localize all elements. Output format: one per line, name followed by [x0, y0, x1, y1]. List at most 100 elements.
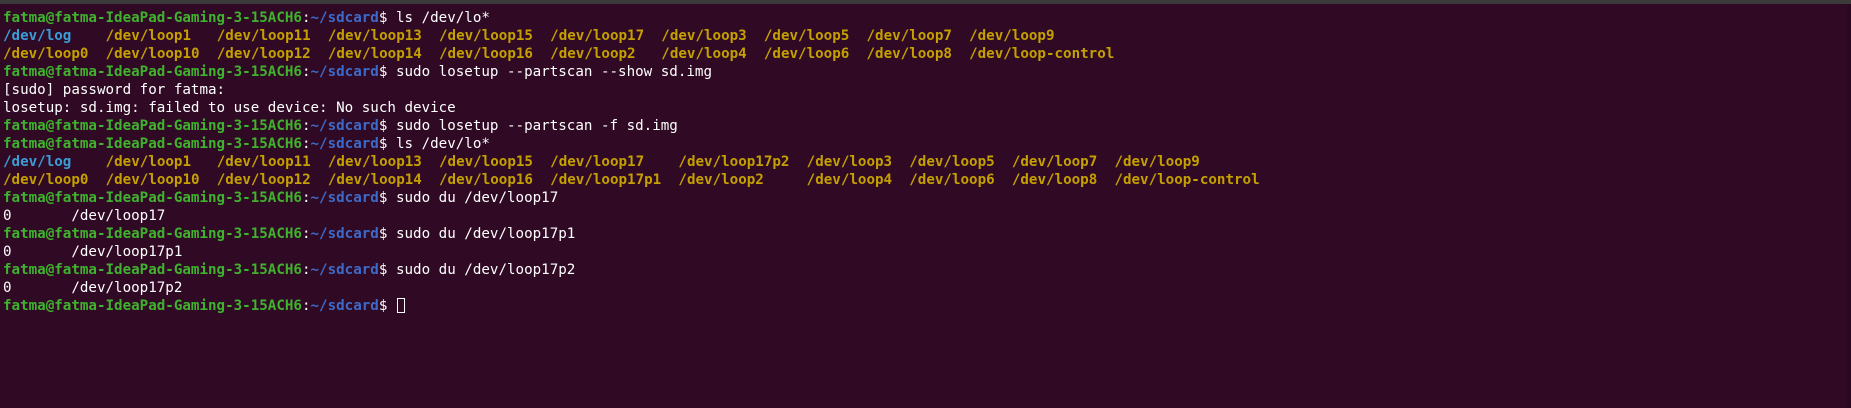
prompt-symbol: $ — [378, 118, 396, 134]
ls-entry-device: /dev/loop4 — [661, 46, 747, 62]
prompt-path: ~/sdcard — [310, 298, 379, 314]
prompt-user-host: fatma@fatma-IdeaPad-Gaming-3-15ACH6 — [3, 10, 302, 26]
prompt-path: ~/sdcard — [310, 190, 379, 206]
ls-entry-device: /dev/loop9 — [1114, 154, 1200, 170]
prompt-line: fatma@fatma-IdeaPad-Gaming-3-15ACH6:~/sd… — [3, 225, 1260, 243]
prompt-line: fatma@fatma-IdeaPad-Gaming-3-15ACH6:~/sd… — [3, 9, 1260, 27]
prompt-line: fatma@fatma-IdeaPad-Gaming-3-15ACH6:~/sd… — [3, 117, 1260, 135]
output-text: 0 /dev/loop17p1 — [3, 244, 183, 260]
prompt-symbol: $ — [378, 226, 396, 242]
prompt-line: fatma@fatma-IdeaPad-Gaming-3-15ACH6:~/sd… — [3, 63, 1260, 81]
ls-output-row: /dev/loop0/dev/loop10/dev/loop12/dev/loo… — [3, 171, 1260, 189]
ls-entry-device: /dev/loop15 — [439, 154, 533, 170]
command-text: ls /dev/lo* — [395, 10, 490, 26]
prompt-user-host: fatma@fatma-IdeaPad-Gaming-3-15ACH6 — [3, 262, 302, 278]
prompt-user-host: fatma@fatma-IdeaPad-Gaming-3-15ACH6 — [3, 298, 302, 314]
scrollbar-track[interactable] — [1847, 4, 1851, 408]
prompt-path: ~/sdcard — [310, 64, 379, 80]
text-cursor[interactable] — [396, 298, 405, 313]
prompt-user-host: fatma@fatma-IdeaPad-Gaming-3-15ACH6 — [3, 190, 302, 206]
window-top-border — [0, 0, 1851, 4]
ls-entry-device: /dev/loop10 — [105, 46, 200, 62]
command-text: sudo losetup --partscan -f sd.img — [395, 118, 678, 134]
command-text: sudo du /dev/loop17p1 — [395, 226, 576, 242]
ls-entry-device: /dev/loop2 — [678, 172, 764, 188]
prompt-colon: : — [301, 226, 311, 242]
ls-entry-device: /dev/loop17 — [550, 154, 645, 170]
output-line: 0 /dev/loop17p1 — [3, 243, 1260, 261]
terminal-window[interactable]: fatma@fatma-IdeaPad-Gaming-3-15ACH6:~/sd… — [0, 0, 1851, 408]
ls-entry-device: /dev/loop16 — [439, 46, 533, 62]
ls-entry-directory: /dev/log — [3, 154, 72, 170]
prompt-path: ~/sdcard — [310, 118, 379, 134]
ls-entry-device: /dev/loop3 — [806, 154, 893, 170]
prompt-colon: : — [301, 64, 311, 80]
ls-entry-directory: /dev/log — [3, 28, 72, 44]
prompt-symbol: $ — [378, 262, 396, 278]
ls-entry-device: /dev/loop14 — [327, 172, 422, 188]
prompt-symbol: $ — [378, 64, 396, 80]
ls-entry-device: /dev/loop8 — [1011, 172, 1098, 188]
output-line: 0 /dev/loop17 — [3, 207, 1260, 225]
command-text: ls /dev/lo* — [395, 136, 490, 152]
prompt-line: fatma@fatma-IdeaPad-Gaming-3-15ACH6:~/sd… — [3, 189, 1260, 207]
ls-entry-device: /dev/loop11 — [216, 28, 311, 44]
ls-entry-device: /dev/loop3 — [661, 28, 747, 44]
prompt-line: fatma@fatma-IdeaPad-Gaming-3-15ACH6:~/sd… — [3, 135, 1260, 153]
prompt-path: ~/sdcard — [310, 226, 379, 242]
ls-output-row: /dev/log/dev/loop1/dev/loop11/dev/loop13… — [3, 27, 1260, 45]
command-text: sudo du /dev/loop17p2 — [395, 262, 576, 278]
output-text: losetup: sd.img: failed to use device: N… — [3, 100, 456, 116]
command-text: sudo losetup --partscan --show sd.img — [395, 64, 712, 80]
prompt-path: ~/sdcard — [310, 262, 379, 278]
ls-entry-device: /dev/loop2 — [550, 46, 636, 62]
ls-entry-device: /dev/loop17p1 — [550, 172, 662, 188]
output-text: 0 /dev/loop17 — [3, 208, 166, 224]
ls-entry-device: /dev/loop13 — [327, 28, 422, 44]
ls-entry-device: /dev/loop9 — [969, 28, 1055, 44]
prompt-colon: : — [301, 298, 311, 314]
ls-entry-device: /dev/loop6 — [909, 172, 995, 188]
ls-entry-device: /dev/loop4 — [806, 172, 893, 188]
ls-entry-device: /dev/loop0 — [3, 46, 89, 62]
prompt-path: ~/sdcard — [310, 10, 379, 26]
ls-entry-device: /dev/loop0 — [3, 172, 89, 188]
prompt-symbol: $ — [378, 190, 396, 206]
ls-entry-device: /dev/loop16 — [439, 172, 533, 188]
ls-entry-device: /dev/loop12 — [216, 46, 311, 62]
output-text: [sudo] password for fatma: — [3, 82, 226, 98]
prompt-line: fatma@fatma-IdeaPad-Gaming-3-15ACH6:~/sd… — [3, 261, 1260, 279]
output-line: [sudo] password for fatma: — [3, 81, 1260, 99]
ls-entry-device: /dev/loop11 — [216, 154, 311, 170]
ls-entry-device: /dev/loop7 — [1011, 154, 1098, 170]
ls-output-row: /dev/loop0/dev/loop10/dev/loop12/dev/loo… — [3, 45, 1260, 63]
ls-entry-device: /dev/loop-control — [1114, 172, 1260, 188]
ls-output-row: /dev/log/dev/loop1/dev/loop11/dev/loop13… — [3, 153, 1260, 171]
prompt-colon: : — [301, 262, 311, 278]
command-text: sudo du /dev/loop17 — [395, 190, 559, 206]
prompt-colon: : — [301, 136, 311, 152]
ls-entry-device: /dev/loop7 — [866, 28, 952, 44]
terminal-output: fatma@fatma-IdeaPad-Gaming-3-15ACH6:~/sd… — [3, 9, 1260, 315]
ls-entry-device: /dev/loop17 — [550, 28, 645, 44]
prompt-user-host: fatma@fatma-IdeaPad-Gaming-3-15ACH6 — [3, 226, 302, 242]
ls-entry-device: /dev/loop-control — [969, 46, 1115, 62]
ls-entry-device: /dev/loop5 — [763, 28, 850, 44]
ls-entry-device: /dev/loop12 — [216, 172, 311, 188]
prompt-user-host: fatma@fatma-IdeaPad-Gaming-3-15ACH6 — [3, 118, 302, 134]
prompt-symbol: $ — [378, 136, 396, 152]
ls-entry-device: /dev/loop17p2 — [678, 154, 790, 170]
prompt-line: fatma@fatma-IdeaPad-Gaming-3-15ACH6:~/sd… — [3, 297, 1260, 315]
ls-entry-device: /dev/loop15 — [439, 28, 533, 44]
prompt-colon: : — [301, 118, 311, 134]
output-line: losetup: sd.img: failed to use device: N… — [3, 99, 1260, 117]
ls-entry-device: /dev/loop14 — [327, 46, 422, 62]
prompt-path: ~/sdcard — [310, 136, 379, 152]
output-text: 0 /dev/loop17p2 — [3, 280, 183, 296]
ls-entry-device: /dev/loop6 — [763, 46, 850, 62]
ls-entry-device: /dev/loop10 — [105, 172, 200, 188]
prompt-colon: : — [301, 190, 311, 206]
ls-entry-device: /dev/loop8 — [866, 46, 952, 62]
ls-entry-device: /dev/loop1 — [105, 28, 192, 44]
prompt-user-host: fatma@fatma-IdeaPad-Gaming-3-15ACH6 — [3, 136, 302, 152]
